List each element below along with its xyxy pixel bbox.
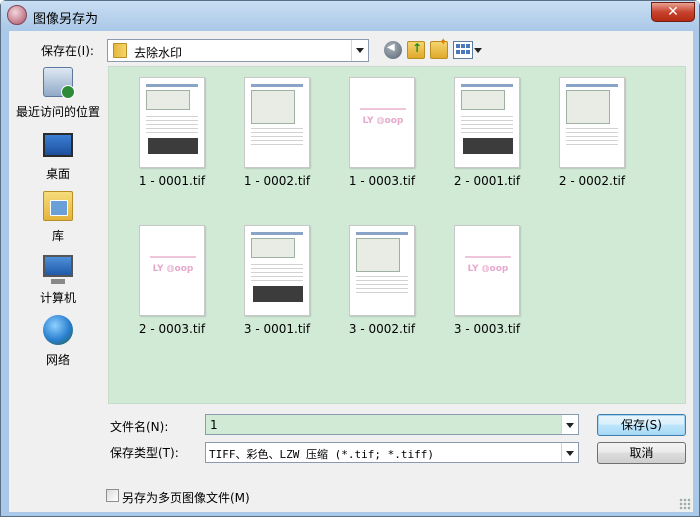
place-recent[interactable]: 最近访问的位置	[9, 67, 107, 125]
places-bar: 最近访问的位置 桌面 库 计算机 网络	[9, 67, 107, 421]
file-name: 1 - 0002.tif	[243, 174, 311, 188]
folder-icon	[113, 43, 127, 58]
location-dropdown[interactable]: 去除水印	[107, 39, 369, 62]
computer-icon	[43, 255, 73, 284]
place-label: 网络	[45, 353, 70, 367]
file-thumbnail	[139, 77, 205, 168]
file-browser[interactable]: 1 - 0001.tif 1 - 0002.tif LY ◍oop 1 - 00…	[108, 66, 686, 404]
multipage-checkbox[interactable]	[106, 489, 119, 502]
multipage-label[interactable]: 另存为多页图像文件(M)	[122, 489, 250, 506]
file-name: 3 - 0002.tif	[348, 322, 416, 336]
save-button[interactable]: 保存(S)	[597, 414, 686, 436]
save-in-label: 保存在(I):	[41, 44, 94, 58]
chevron-down-icon[interactable]	[351, 40, 368, 61]
filetype-value: TIFF、彩色、LZW 压缩 (*.tif; *.tiff)	[209, 448, 434, 461]
file-thumbnail	[244, 77, 310, 168]
file-name: 1 - 0003.tif	[348, 174, 416, 188]
file-name: 2 - 0003.tif	[138, 322, 206, 336]
view-chevron-down-icon[interactable]	[474, 48, 482, 53]
file-item[interactable]: 1 - 0002.tif	[229, 67, 325, 193]
filetype-dropdown[interactable]: TIFF、彩色、LZW 压缩 (*.tif; *.tiff)	[205, 442, 579, 463]
file-item[interactable]: 3 - 0001.tif	[229, 215, 325, 341]
network-icon	[43, 315, 73, 345]
place-label: 最近访问的位置	[15, 105, 100, 119]
close-button[interactable]: ✕	[651, 2, 695, 22]
file-name: 2 - 0002.tif	[558, 174, 626, 188]
filename-value: 1	[210, 418, 218, 432]
filetype-label: 保存类型(T):	[110, 446, 179, 460]
file-thumbnail: LY ◍oop	[349, 77, 415, 168]
filename-input[interactable]: 1	[205, 414, 579, 435]
file-thumbnail	[454, 77, 520, 168]
file-name: 3 - 0003.tif	[453, 322, 521, 336]
place-label: 计算机	[39, 291, 76, 305]
app-icon	[7, 5, 27, 25]
file-name: 2 - 0001.tif	[453, 174, 521, 188]
place-desktop[interactable]: 桌面	[9, 129, 107, 187]
window-title: 图像另存为	[33, 12, 99, 27]
dialog-body: 保存在(I): 去除水印 最近访问的位置 桌面 库	[9, 31, 693, 512]
resize-grip[interactable]	[679, 498, 691, 510]
recent-places-icon	[43, 67, 75, 99]
chevron-down-icon[interactable]	[561, 443, 578, 462]
file-thumbnail	[244, 225, 310, 316]
place-network[interactable]: 网络	[9, 315, 107, 373]
file-thumbnail	[559, 77, 625, 168]
file-name: 1 - 0001.tif	[138, 174, 206, 188]
title-bar[interactable]: 图像另存为 ✕	[1, 1, 699, 31]
file-thumbnail: LY ◍oop	[139, 225, 205, 316]
file-thumbnail	[349, 225, 415, 316]
cancel-button[interactable]: 取消	[597, 442, 686, 464]
view-menu-icon[interactable]	[453, 41, 473, 59]
up-folder-icon[interactable]	[407, 41, 425, 59]
library-icon	[43, 191, 73, 221]
place-library[interactable]: 库	[9, 191, 107, 249]
place-computer[interactable]: 计算机	[9, 253, 107, 311]
filename-label: 文件名(N):	[110, 420, 169, 434]
new-folder-icon[interactable]	[430, 37, 448, 59]
file-item[interactable]: 2 - 0002.tif	[544, 67, 640, 193]
file-item[interactable]: LY ◍oop 1 - 0003.tif	[334, 67, 430, 193]
file-item[interactable]: LY ◍oop 3 - 0003.tif	[439, 215, 535, 341]
desktop-icon	[43, 133, 73, 157]
back-icon[interactable]	[384, 41, 402, 59]
file-item[interactable]: 3 - 0002.tif	[334, 215, 430, 341]
current-folder-name: 去除水印	[134, 46, 183, 60]
save-image-dialog: 图像另存为 ✕ 保存在(I): 去除水印 最近访问的位置 桌面 库	[0, 0, 700, 517]
file-item[interactable]: 2 - 0001.tif	[439, 67, 535, 193]
place-label: 库	[51, 229, 64, 243]
file-name: 3 - 0001.tif	[243, 322, 311, 336]
file-item[interactable]: LY ◍oop 2 - 0003.tif	[124, 215, 220, 341]
place-label: 桌面	[45, 167, 70, 181]
chevron-down-icon[interactable]	[561, 415, 578, 434]
file-item[interactable]: 1 - 0001.tif	[124, 67, 220, 193]
file-thumbnail: LY ◍oop	[454, 225, 520, 316]
